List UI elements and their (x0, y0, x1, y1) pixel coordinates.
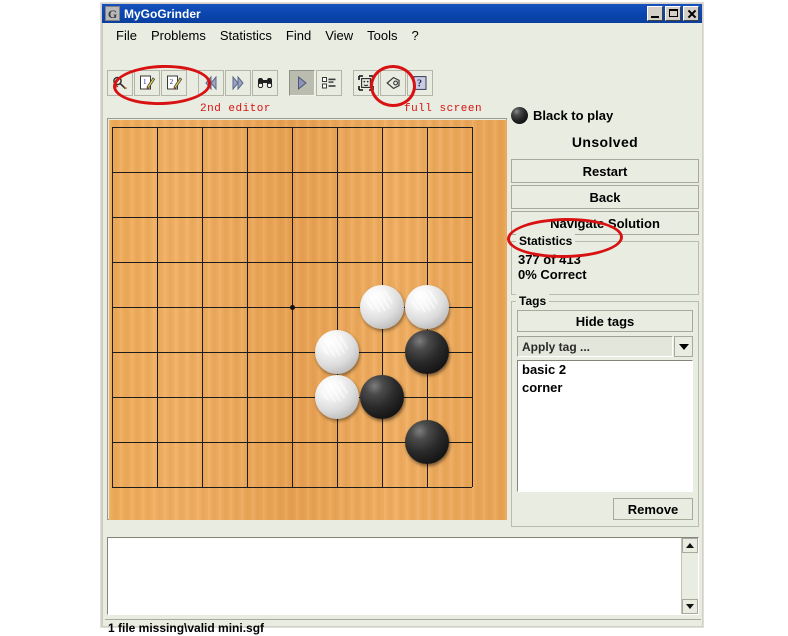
menu-item-statistics[interactable]: Statistics (213, 26, 279, 45)
title-bar[interactable]: G MyGoGrinder (102, 4, 702, 23)
comment-scrollbar[interactable] (681, 538, 698, 614)
svg-text:1: 1 (143, 78, 147, 86)
status-bar-text: 1 file missing\valid mini.sgf (108, 621, 265, 635)
problem-sidebar: Black to play Unsolved Restart Back Navi… (511, 107, 699, 527)
tag-icon-button[interactable] (380, 70, 406, 96)
black-stone[interactable] (405, 420, 449, 464)
statistics-progress: 377 of 413 (518, 252, 581, 267)
black-stone-icon (511, 107, 528, 124)
comment-panel (107, 537, 699, 615)
apply-tag-combo[interactable]: Apply tag ... (517, 336, 693, 357)
solve-status: Unsolved (571, 134, 639, 150)
close-button[interactable] (683, 6, 699, 21)
statistics-title: Statistics (516, 234, 576, 248)
client-area: File Problems Statistics Find View Tools… (102, 23, 703, 635)
navigate-solution-button[interactable]: Navigate Solution (511, 211, 699, 235)
previous-icon-button[interactable] (198, 70, 224, 96)
board-grid-line (202, 127, 203, 487)
magnifier-pencil-icon-button[interactable] (107, 70, 133, 96)
help-icon-button[interactable]: ? (407, 70, 433, 96)
list-item[interactable]: corner (518, 379, 692, 397)
statistics-group: Statistics 377 of 413 0% Correct (511, 234, 699, 295)
annotation-label-2nd-editor: 2nd editor (200, 103, 272, 115)
fullscreen-icon-button[interactable] (353, 70, 379, 96)
back-button[interactable]: Back (511, 185, 699, 209)
statistics-correct: 0% Correct (518, 267, 587, 282)
binoculars-icon-button[interactable] (252, 70, 278, 96)
svg-text:2: 2 (170, 78, 174, 86)
turn-indicator: Black to play (511, 107, 613, 124)
board-grid-line (472, 127, 473, 487)
minimize-button[interactable] (647, 6, 663, 21)
board-grid-line (112, 127, 113, 487)
board-grid-line (247, 127, 248, 487)
menu-item-file[interactable]: File (109, 26, 144, 45)
list-icon-button[interactable] (316, 70, 342, 96)
menu-item-problems[interactable]: Problems (144, 26, 213, 45)
application-window: G MyGoGrinder File Problems Statistics F… (100, 2, 704, 635)
apply-tag-value[interactable]: Apply tag ... (517, 336, 673, 357)
comment-textarea[interactable] (108, 538, 681, 614)
white-stone[interactable] (315, 375, 359, 419)
go-board[interactable] (109, 120, 507, 520)
chevron-down-icon[interactable] (674, 336, 693, 357)
white-stone[interactable] (315, 330, 359, 374)
menu-item-tools[interactable]: Tools (360, 26, 404, 45)
board-grid-line (157, 127, 158, 487)
tags-title: Tags (516, 294, 550, 308)
window-title: MyGoGrinder (124, 6, 201, 21)
desktop-background: G MyGoGrinder File Problems Statistics F… (0, 0, 788, 635)
list-item[interactable]: basic 2 (518, 361, 692, 379)
black-stone[interactable] (360, 375, 404, 419)
svg-text:?: ? (417, 79, 422, 90)
remove-button[interactable]: Remove (613, 498, 693, 520)
hide-tags-button[interactable]: Hide tags (517, 310, 693, 332)
window-controls (645, 6, 699, 21)
menu-item-find[interactable]: Find (279, 26, 318, 45)
annotation-label-full-screen: full screen (404, 103, 483, 115)
status-bar: 1 file missing\valid mini.sgf (105, 619, 701, 636)
toolbar: 1 2 ? (107, 67, 699, 99)
maximize-button[interactable] (665, 6, 681, 21)
star-point (290, 305, 295, 310)
turn-label: Black to play (533, 108, 614, 123)
black-stone[interactable] (405, 330, 449, 374)
white-stone[interactable] (360, 285, 404, 329)
board-grid-line (112, 487, 472, 488)
next-icon-button[interactable] (225, 70, 251, 96)
board-grid-line (337, 127, 338, 487)
restart-button[interactable]: Restart (511, 159, 699, 183)
scroll-up-button[interactable] (682, 538, 698, 553)
editor-2-icon-button[interactable]: 2 (161, 70, 187, 96)
play-icon-button[interactable] (289, 70, 315, 96)
menu-item-view[interactable]: View (318, 26, 360, 45)
menu-item-help[interactable]: ? (405, 26, 426, 45)
tags-group: Tags Hide tags Apply tag ... basic 2 cor… (511, 294, 699, 527)
go-board-panel (107, 118, 507, 520)
menu-bar: File Problems Statistics Find View Tools… (103, 25, 703, 45)
white-stone[interactable] (405, 285, 449, 329)
app-logo-icon: G (105, 6, 120, 21)
editor-1-icon-button[interactable]: 1 (134, 70, 160, 96)
scroll-down-button[interactable] (682, 599, 698, 614)
tag-list[interactable]: basic 2 corner (517, 360, 693, 492)
